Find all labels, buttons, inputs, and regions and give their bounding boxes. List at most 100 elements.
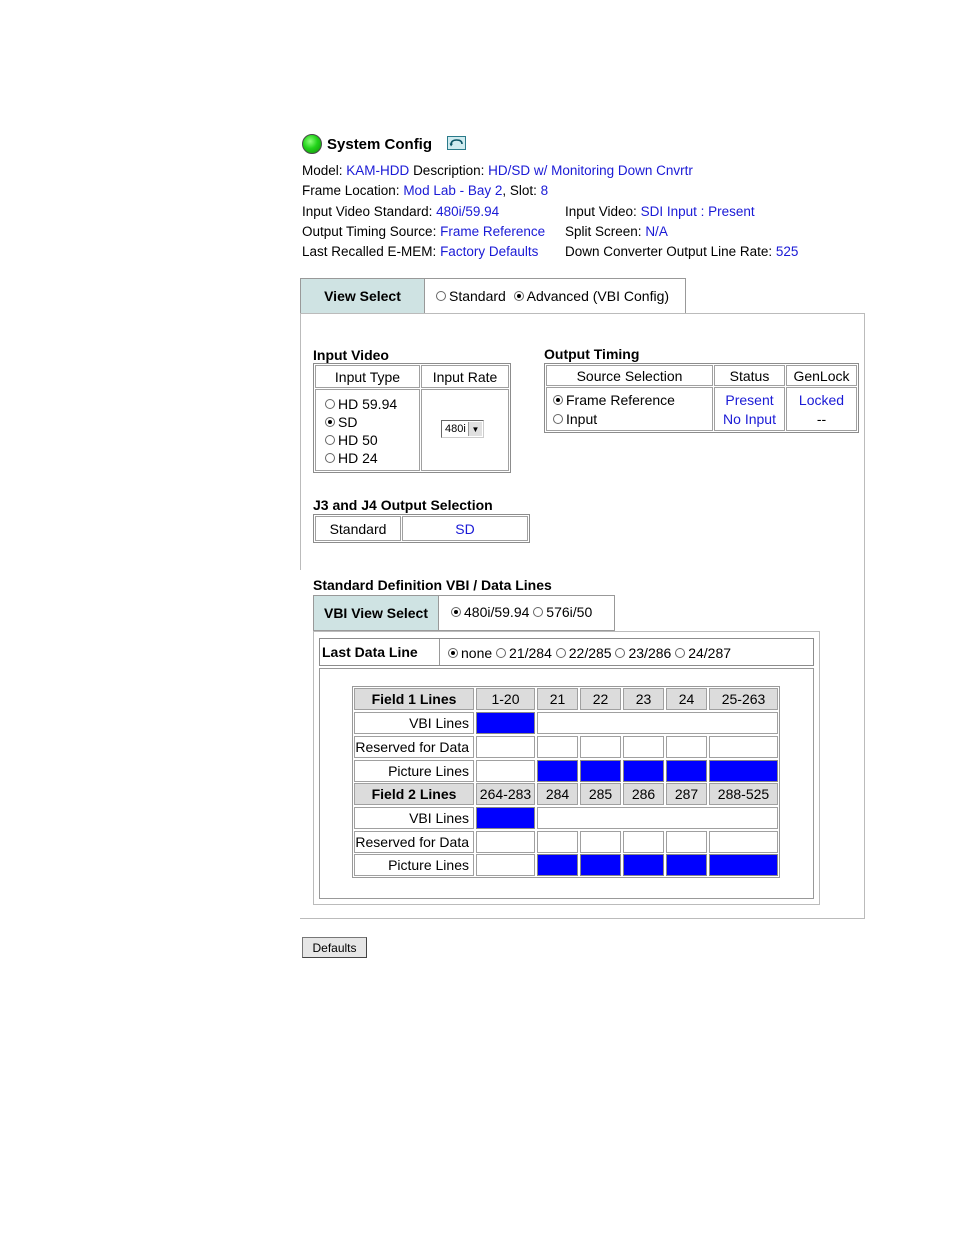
input-type-hd50[interactable]: HD 50 — [325, 431, 397, 449]
field2-picture-cell[interactable] — [476, 854, 535, 876]
field2-reserved-cell[interactable] — [623, 831, 664, 853]
radio-advanced[interactable] — [513, 291, 524, 302]
input-video-line: Input Video: SDI Input : Present — [565, 204, 755, 219]
radio-input[interactable] — [553, 414, 563, 425]
view-advanced-radio[interactable]: Advanced (VBI Config) — [513, 288, 669, 304]
radio-standard[interactable] — [436, 291, 446, 302]
last-data-21[interactable]: 21/284 — [496, 645, 552, 661]
radio-none[interactable] — [448, 648, 458, 659]
down-converter-label: Down Converter Output Line Rate: — [565, 244, 773, 259]
input-type-hd24[interactable]: HD 24 — [325, 449, 397, 467]
model-label: Model: — [302, 163, 343, 178]
chevron-down-icon[interactable]: ▼ — [468, 422, 482, 436]
page-title: System Config — [327, 136, 433, 153]
source-selection-header: Source Selection — [546, 365, 713, 386]
source-input[interactable]: Input — [553, 410, 675, 429]
output-timing-source-label: Output Timing Source: — [302, 224, 437, 239]
field2-reserved-cell[interactable] — [666, 831, 707, 853]
frame-location-label: Frame Location: — [302, 183, 400, 198]
vbi-view-480i-label: 480i/59.94 — [464, 604, 530, 620]
field1-col: 22 — [580, 688, 621, 710]
last-data-line-label: Last Data Line — [322, 644, 418, 660]
last-data-none[interactable]: none — [448, 645, 492, 661]
view-select-label: View Select — [301, 279, 425, 313]
j3j4-value: SD — [402, 516, 528, 541]
refresh-icon[interactable] — [447, 136, 466, 150]
input-type-sd[interactable]: SD — [325, 413, 397, 431]
field2-vbi-lines-label: VBI Lines — [354, 807, 474, 829]
status-header: Status — [714, 365, 785, 386]
field2-picture-cell[interactable] — [666, 854, 707, 876]
model-line: Model: KAM-HDD Description: HD/SD w/ Mon… — [302, 163, 693, 178]
field1-picture-cell[interactable] — [666, 760, 707, 782]
field1-vbi-cell[interactable] — [476, 712, 535, 734]
field2-reserved-cell[interactable] — [580, 831, 621, 853]
source-input-label: Input — [566, 411, 598, 427]
output-timing-title: Output Timing — [544, 346, 640, 362]
field2-reserved-cell[interactable] — [537, 831, 578, 853]
radio-hd50[interactable] — [325, 435, 335, 446]
field1-reserved-cell[interactable] — [709, 736, 778, 758]
view-standard-label: Standard — [449, 288, 506, 304]
field2-col: 285 — [580, 783, 621, 805]
field1-reserved-cell[interactable] — [666, 736, 707, 758]
field1-col: 24 — [666, 688, 707, 710]
input-rate-select[interactable]: 480i ▼ — [441, 420, 484, 438]
description-label: Description: — [413, 163, 485, 178]
field2-reserved-cell[interactable] — [476, 831, 535, 853]
radio-hd5994[interactable] — [325, 399, 335, 410]
last-data-23[interactable]: 23/286 — [615, 645, 671, 661]
field1-vbi-cell[interactable] — [537, 712, 778, 734]
field2-reserved-cell[interactable] — [709, 831, 778, 853]
field1-picture-cell[interactable] — [580, 760, 621, 782]
last-data-line-options: none 21/284 22/285 23/286 24/287 — [448, 645, 731, 661]
last-data-22[interactable]: 22/285 — [555, 645, 612, 661]
last-data-24-label: 24/287 — [688, 645, 732, 661]
radio-21[interactable] — [496, 648, 507, 659]
view-standard-radio[interactable]: Standard — [436, 288, 506, 304]
field2-picture-cell[interactable] — [580, 854, 621, 876]
vbi-view-480i[interactable]: 480i/59.94 — [451, 604, 529, 620]
output-timing-source-line: Output Timing Source: Frame Reference — [302, 224, 545, 239]
radio-22[interactable] — [555, 648, 566, 659]
field1-picture-cell[interactable] — [623, 760, 664, 782]
radio-23[interactable] — [615, 648, 626, 659]
field1-picture-label: Picture Lines — [354, 760, 474, 782]
field2-picture-cell[interactable] — [623, 854, 664, 876]
last-data-21-label: 21/284 — [509, 645, 552, 661]
source-frame-reference[interactable]: Frame Reference — [553, 391, 675, 410]
field1-reserved-cell[interactable] — [580, 736, 621, 758]
vbi-view-options: 480i/59.94 576i/50 — [451, 604, 592, 620]
radio-frame-reference[interactable] — [553, 395, 563, 406]
field2-picture-cell[interactable] — [709, 854, 778, 876]
field1-col: 1-20 — [476, 688, 535, 710]
field2-col: 288-525 — [709, 783, 778, 805]
radio-sd[interactable] — [325, 417, 335, 428]
input-video-standard-line: Input Video Standard: 480i/59.94 — [302, 204, 499, 219]
field1-header: Field 1 Lines — [354, 688, 474, 710]
field2-vbi-cell[interactable] — [537, 807, 778, 829]
field1-reserved-cell[interactable] — [537, 736, 578, 758]
status-values: Present No Input — [714, 391, 785, 429]
field1-picture-cell[interactable] — [476, 760, 535, 782]
input-type-sd-label: SD — [338, 414, 358, 430]
field1-picture-cell[interactable] — [537, 760, 578, 782]
radio-576i[interactable] — [533, 607, 544, 618]
last-data-24[interactable]: 24/287 — [675, 645, 731, 661]
split-screen-label: Split Screen: — [565, 224, 642, 239]
field1-reserved-cell[interactable] — [623, 736, 664, 758]
field2-col: 287 — [666, 783, 707, 805]
genlock-header: GenLock — [786, 365, 857, 386]
field1-reserved-cell[interactable] — [476, 736, 535, 758]
field1-picture-cell[interactable] — [709, 760, 778, 782]
vbi-view-select-label: VBI View Select — [314, 596, 439, 630]
radio-24[interactable] — [675, 648, 686, 659]
vbi-view-576i[interactable]: 576i/50 — [533, 604, 592, 620]
radio-hd24[interactable] — [325, 453, 335, 464]
field2-vbi-cell[interactable] — [476, 807, 535, 829]
field2-picture-cell[interactable] — [537, 854, 578, 876]
input-type-hd5994[interactable]: HD 59.94 — [325, 395, 397, 413]
radio-480i[interactable] — [451, 607, 461, 618]
defaults-button[interactable]: Defaults — [302, 937, 367, 958]
model-value: KAM-HDD — [346, 163, 410, 178]
